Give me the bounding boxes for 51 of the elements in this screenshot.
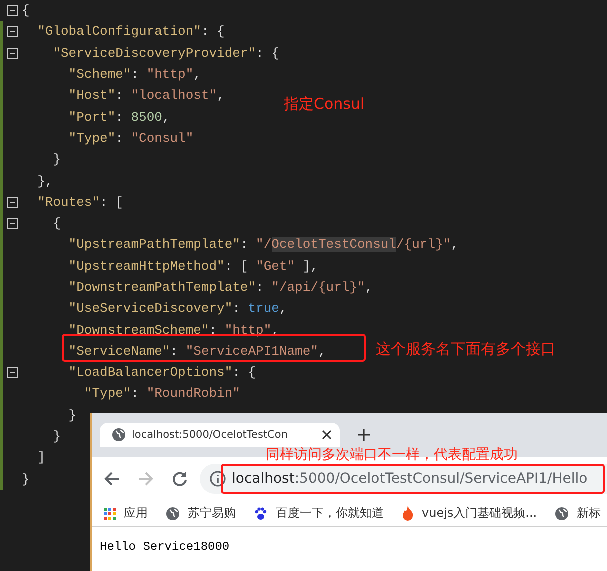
paw-icon (254, 506, 268, 520)
collapse-icon[interactable] (6, 367, 18, 378)
reload-icon (172, 471, 188, 487)
annotation-text: 这个服务名下面有多个接口 (376, 340, 556, 359)
bookmark[interactable]: 百度一下，你就知道 (254, 505, 384, 522)
code-line: "UpstreamHttpMethod": [ "Get" ], (68, 258, 318, 274)
code-line: "ServiceName": "ServiceAPI1Name", (68, 344, 326, 359)
code-line: "DownstreamPathTemplate": "/api/{url}", (68, 280, 374, 295)
code-line: "ServiceDiscoveryProvider": { (52, 46, 280, 61)
code-line: "Type": "RoundRobin" (83, 386, 240, 402)
code-line: ] (36, 450, 46, 466)
bookmark[interactable]: 应用 (104, 505, 148, 522)
code-line: "UpstreamPathTemplate": "/OcelotTestConsul/{url}", (68, 237, 459, 252)
code-line: { (52, 216, 62, 232)
page-text: Hello Service18000 (100, 540, 230, 554)
bookmark[interactable]: 新标 (555, 505, 602, 522)
collapse-icon[interactable] (6, 218, 18, 230)
code-line: } (22, 472, 30, 487)
info-icon[interactable] (210, 471, 226, 487)
apps-grid-icon (104, 508, 116, 520)
collapse-icon[interactable] (6, 196, 18, 208)
forward-arrow-icon (138, 471, 154, 487)
code-line: } (52, 152, 62, 168)
code-line: "Type": "Consul" (68, 130, 194, 146)
annotation-text: 同样访问多次端口不一样，代表配置成功 (266, 447, 518, 463)
collapse-icon[interactable] (6, 5, 18, 16)
browser-tab[interactable]: localhost:5000/OcelotTestCon (100, 423, 340, 447)
code-line: "Port": 8500, (68, 110, 170, 125)
code-line: "Scheme": "http", (68, 67, 202, 82)
code-line: }, (36, 174, 54, 189)
collapse-icon[interactable] (6, 48, 18, 59)
bookmark[interactable]: 苏宁易购 (166, 505, 236, 522)
back-arrow-icon (104, 471, 120, 487)
flame-icon (402, 506, 414, 521)
globe-icon (166, 506, 180, 520)
bookmark[interactable]: vuejs入门基础视频... (402, 505, 538, 522)
annotation-text: 指定Consul (284, 95, 365, 114)
collapse-icon[interactable] (6, 26, 18, 38)
globe-icon (112, 428, 126, 442)
code-line: "UseServiceDiscovery": true, (68, 301, 288, 316)
code-line: } (68, 408, 77, 423)
code-line: { (22, 3, 30, 18)
code-line: "LoadBalancerOptions": { (68, 365, 256, 380)
globe-icon (555, 506, 570, 520)
code-line: "Host": "localhost", (68, 88, 225, 104)
close-icon[interactable] (322, 430, 332, 440)
code-line: "GlobalConfiguration": { (36, 24, 225, 40)
url-text: localhost:5000/OcelotTestConsul/ServiceAPI1/Hello (232, 471, 588, 487)
code-line: } (52, 429, 62, 444)
new-tab-icon[interactable] (358, 429, 370, 441)
code-line: "Routes": [ (36, 194, 124, 210)
